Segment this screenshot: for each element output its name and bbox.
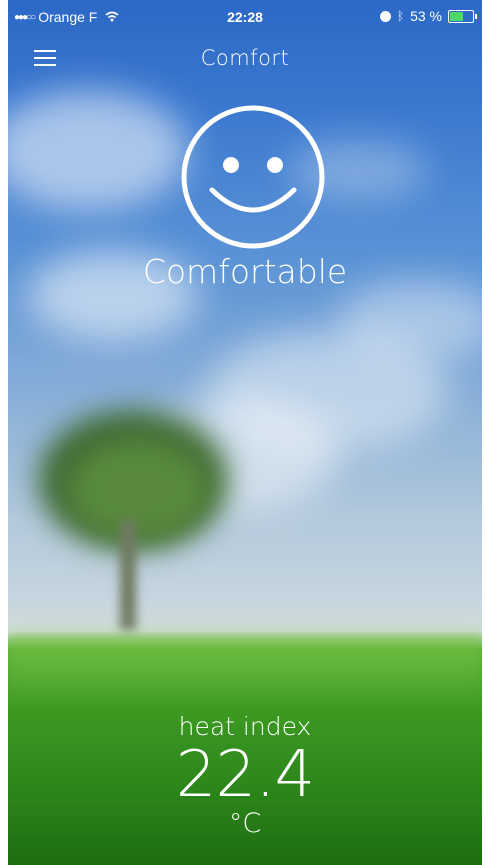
heat-index-unit: °C	[228, 808, 262, 839]
comfort-status-label: Comfortable	[142, 252, 348, 291]
background-cloud	[8, 90, 188, 210]
smiley-face-icon	[180, 104, 326, 254]
alarm-icon	[379, 10, 391, 22]
nav-bar: Comfort	[8, 34, 482, 82]
status-bar: ●●●○○ Orange F 22:28 ᛒ 53 %	[8, 0, 482, 34]
background-tree-highlight	[68, 440, 208, 540]
heat-index-value: 22.4	[175, 738, 316, 812]
page-title: Comfort	[200, 46, 290, 70]
battery-percent: 53 %	[410, 8, 442, 24]
status-right: ᛒ 53 %	[379, 8, 477, 24]
battery-tip	[475, 13, 477, 19]
comfort-screen: ●●●○○ Orange F 22:28 ᛒ 53 % Comfort Comf…	[8, 0, 482, 865]
heat-index-label: heat index	[178, 712, 312, 741]
battery-fill	[450, 11, 463, 21]
background-grass	[8, 635, 482, 705]
background-tree-trunk	[120, 520, 136, 630]
bluetooth-icon: ᛒ	[396, 9, 405, 23]
battery-icon	[448, 9, 477, 23]
